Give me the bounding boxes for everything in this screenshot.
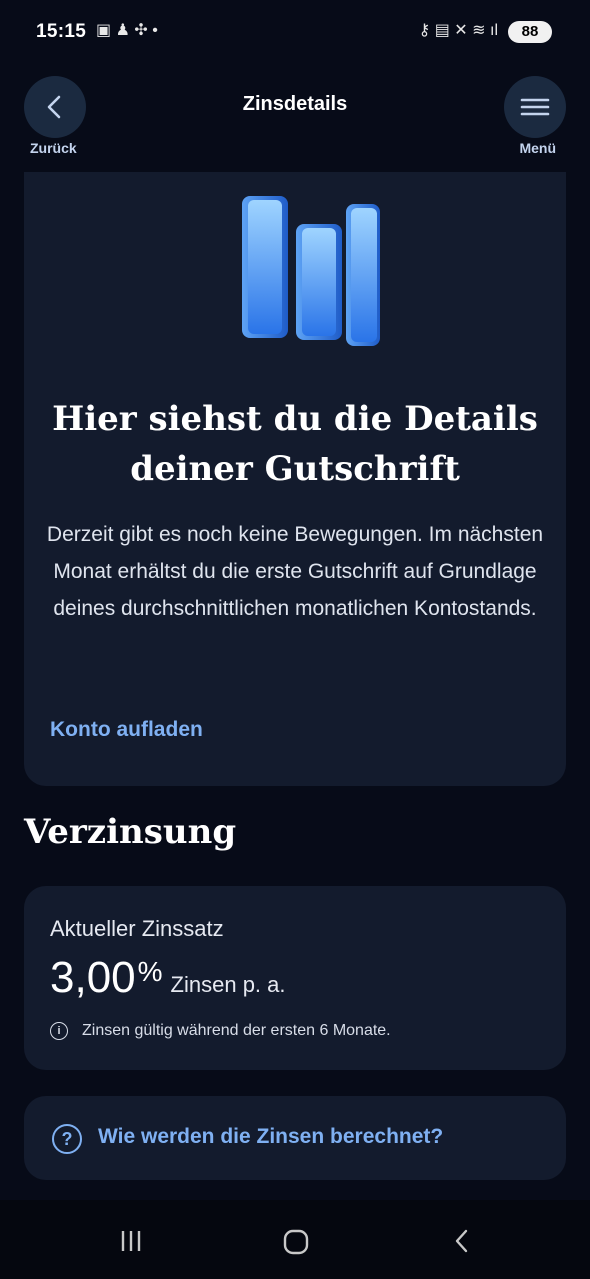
top-up-account-link[interactable]: Konto aufladen [50,718,203,742]
status-time: 15:15 [36,21,87,42]
system-navigation-bar [0,1200,590,1279]
menu-label[interactable]: Menü [519,140,556,156]
rate-value: 3,00 [50,953,136,1002]
credit-details-card: Hier siehst du die Details deiner Gutsch… [24,172,566,786]
system-back-icon[interactable] [452,1228,472,1254]
recent-apps-icon[interactable] [118,1228,144,1254]
interest-calculation-faq-button[interactable]: ? Wie werden die Zinsen berechnet? [24,1096,566,1180]
question-icon: ? [52,1124,82,1154]
bar-chart-illustration-icon [242,196,380,346]
rate-unit: Zinsen p. a. [170,972,286,997]
section-title: Verzinsung [24,812,237,852]
notification-icons: ▣ ♟ ✣ • [96,22,158,39]
rate-note: i Zinsen gültig während der ersten 6 Mon… [50,1022,391,1040]
battery-icon: 88 [508,21,552,43]
faq-label: Wie werden die Zinsen berechnet? [98,1125,444,1148]
hamburger-menu-icon [520,98,550,116]
menu-button[interactable] [504,76,566,138]
rate-label: Aktueller Zinssatz [50,916,224,941]
home-icon[interactable] [282,1228,310,1256]
interest-rate-card: Aktueller Zinssatz 3,00 % Zinsen p. a. i… [24,886,566,1070]
rate-percent-sign: % [137,956,163,987]
system-status-icons: ⚷ ▤ ✕ ≋ ıl [418,22,498,39]
status-bar: 15:15 ▣ ♟ ✣ • ⚷ ▤ ✕ ≋ ıl 88 [0,0,590,64]
hero-description: Derzeit gibt es noch keine Bewegungen. I… [46,523,544,620]
back-label[interactable]: Zurück [30,140,77,156]
hero-title: Hier siehst du die Details deiner Gutsch… [52,399,538,489]
rate-row: 3,00 % Zinsen p. a. [50,952,286,1004]
info-icon: i [50,1022,68,1040]
page-title: Zinsdetails [242,93,348,115]
rate-note-text: Zinsen gültig während der ersten 6 Monat… [82,1022,391,1039]
